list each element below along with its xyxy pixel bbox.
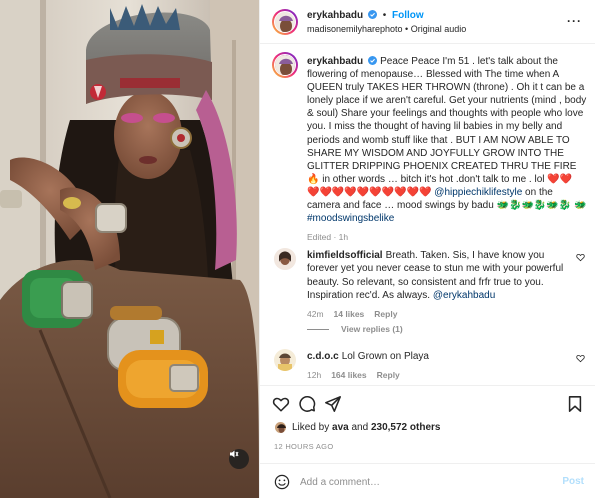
heart-icon[interactable] bbox=[576, 253, 585, 262]
post-details-panel: erykahbadu • Follow madisonemilyharephot… bbox=[259, 0, 595, 498]
caption-username[interactable]: erykahbadu bbox=[307, 56, 363, 67]
mute-button[interactable] bbox=[229, 449, 249, 469]
reply-button[interactable]: Reply bbox=[374, 309, 397, 319]
comment-likes[interactable]: 164 likes bbox=[331, 370, 366, 380]
view-replies-button[interactable]: View replies (1) bbox=[307, 324, 403, 334]
view-replies-label: View replies (1) bbox=[341, 324, 403, 334]
comment-meta: 42m 14 likes Reply bbox=[307, 308, 565, 321]
avatar-image bbox=[274, 349, 296, 371]
bookmark-icon[interactable] bbox=[566, 395, 584, 413]
caption-mention[interactable]: @hippiechiklifestyle bbox=[434, 187, 522, 198]
caption-text: erykahbadu Peace Peace I'm 51 . let's tal… bbox=[307, 55, 587, 225]
comment-username[interactable]: kimfieldsofficial bbox=[307, 250, 383, 261]
comment-meta: 12h 164 likes Reply bbox=[307, 369, 565, 382]
speaker-icon bbox=[230, 450, 239, 458]
comment-likes[interactable]: 14 likes bbox=[334, 309, 365, 319]
header-title-row: erykahbadu • Follow bbox=[307, 10, 424, 21]
comment-avatar[interactable] bbox=[274, 248, 296, 270]
caption: erykahbadu Peace Peace I'm 51 . let's tal… bbox=[307, 55, 587, 244]
likes-prefix: Liked by bbox=[292, 422, 330, 433]
liker-avatar[interactable] bbox=[274, 421, 287, 434]
verified-badge-icon bbox=[367, 10, 377, 19]
likes-middle: and bbox=[351, 422, 369, 433]
add-comment-bar: Post bbox=[260, 463, 595, 498]
caption-body-4: 🐲 bbox=[574, 200, 587, 212]
caption-body-1: Peace Peace I'm 51 . let's talk about th… bbox=[307, 56, 587, 185]
post-header: erykahbadu • Follow madisonemilyharephot… bbox=[260, 0, 595, 44]
avatar-image bbox=[275, 422, 286, 433]
more-options-button[interactable]: ··· bbox=[567, 14, 582, 28]
post-username[interactable]: erykahbadu bbox=[307, 10, 363, 21]
avatar[interactable] bbox=[274, 11, 296, 33]
post-video[interactable] bbox=[0, 0, 259, 498]
caption-hashtag[interactable]: #moodswingsbelike bbox=[307, 213, 394, 224]
view-replies-line bbox=[307, 328, 329, 330]
post-timestamp[interactable]: 12 HOURS AGO bbox=[274, 442, 333, 451]
comment-text: c.d.o.c Lol Grown on Playa bbox=[307, 350, 565, 363]
likes-summary: Liked by ava and 230,572 others bbox=[274, 421, 440, 434]
comment-body: Lol Grown on Playa bbox=[341, 351, 429, 362]
comment-item: kimfieldsofficial Breath. Taken. Sis, I h… bbox=[307, 249, 565, 321]
reply-button[interactable]: Reply bbox=[377, 370, 400, 380]
caption-body-2: ❤️❤️❤️❤️❤️❤️❤️❤️❤️❤️ bbox=[307, 186, 435, 198]
post-subline[interactable]: madisonemilyharephoto • Original audio bbox=[307, 24, 466, 34]
likes-count[interactable]: 230,572 others bbox=[371, 422, 441, 433]
comment-time[interactable]: 12h bbox=[307, 370, 321, 380]
avatar-image bbox=[274, 248, 296, 270]
video-frame-illustration bbox=[0, 0, 259, 498]
post-comment-button[interactable]: Post bbox=[562, 476, 584, 487]
caption-meta: Edited · 1h bbox=[307, 232, 349, 243]
comment-time[interactable]: 42m bbox=[307, 309, 324, 319]
share-icon[interactable] bbox=[324, 395, 342, 413]
liker-username[interactable]: ava bbox=[332, 422, 349, 433]
comment-item: c.d.o.c Lol Grown on Playa 12h 164 likes Re… bbox=[307, 350, 565, 383]
emoji-icon[interactable] bbox=[274, 474, 290, 490]
verified-badge-icon bbox=[368, 56, 378, 65]
comment-input[interactable] bbox=[300, 473, 540, 491]
header-separator: • bbox=[382, 10, 387, 21]
comment-icon[interactable] bbox=[298, 395, 316, 413]
comment-mention[interactable]: @erykahbadu bbox=[433, 290, 495, 301]
instagram-post: erykahbadu • Follow madisonemilyharephot… bbox=[0, 0, 595, 498]
heart-icon[interactable] bbox=[576, 354, 585, 363]
comment-username[interactable]: c.d.o.c bbox=[307, 351, 339, 362]
caption-avatar[interactable] bbox=[274, 54, 296, 76]
comment-avatar[interactable] bbox=[274, 349, 296, 371]
action-bar bbox=[260, 385, 595, 419]
comment-text: kimfieldsofficial Breath. Taken. Sis, I h… bbox=[307, 249, 565, 302]
heart-icon[interactable] bbox=[272, 395, 290, 413]
follow-button[interactable]: Follow bbox=[392, 10, 424, 21]
